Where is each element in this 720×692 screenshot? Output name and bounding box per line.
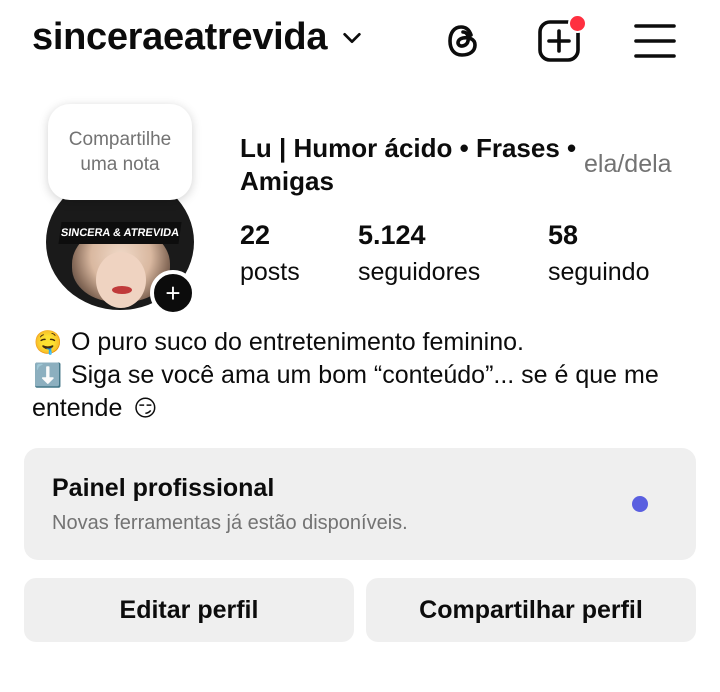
bio-line: ⬇️ Siga se você ama um bom “conteúdo”...… — [32, 359, 692, 425]
panel-subtitle: Novas ferramentas já estão disponíveis. — [52, 512, 408, 534]
top-bar: sinceraeatrevida — [0, 0, 720, 84]
notification-dot — [568, 14, 587, 33]
menu-button[interactable] — [632, 18, 678, 64]
profile-full-name: Lu | Humor ácido • Frases • Amigas — [240, 133, 577, 196]
professional-dashboard[interactable]: Painel profissional Novas ferramentas já… — [24, 448, 696, 560]
drooling-face-emoji: 🤤 — [33, 329, 63, 355]
account-switcher[interactable]: sinceraeatrevida — [32, 16, 363, 59]
down-arrow-emoji: ⬇️ — [33, 362, 63, 388]
profile-bio: 🤤 O puro suco do entretenimento feminino… — [32, 326, 692, 425]
add-story-button[interactable]: + — [150, 270, 196, 316]
note-bubble[interactable]: Compartilhe uma nota — [48, 104, 192, 200]
smirk-emoji: 😏 — [133, 395, 158, 421]
new-indicator-dot — [632, 496, 648, 512]
username: sinceraeatrevida — [32, 16, 328, 58]
chevron-down-icon — [343, 32, 361, 43]
stat-posts[interactable]: 22 posts — [240, 218, 300, 292]
stat-number: 22 — [240, 220, 271, 250]
hamburger-menu-icon — [634, 24, 676, 58]
stat-label: posts — [240, 258, 300, 286]
bio-text: O puro suco do entretenimento feminino. — [70, 328, 524, 356]
threads-icon — [448, 25, 477, 57]
avatar-banner-text: SINCERA & ATREVIDA — [58, 222, 182, 244]
bio-text: Siga se você ama um bom “conteúdo”... se… — [32, 361, 659, 422]
stat-label: seguidores — [358, 258, 481, 286]
panel-title: Painel profissional — [52, 474, 275, 502]
edit-profile-button[interactable]: Editar perfil — [24, 578, 354, 642]
bio-line: 🤤 O puro suco do entretenimento feminino… — [32, 326, 692, 359]
stat-label: seguindo — [548, 258, 650, 286]
plus-icon: + — [165, 278, 181, 308]
stat-followers[interactable]: 5.124 seguidores — [358, 218, 480, 292]
share-profile-button[interactable]: Compartilhar perfil — [366, 578, 696, 642]
stat-following[interactable]: 58 seguindo — [548, 218, 649, 292]
profile-pronouns: ela/dela — [584, 150, 672, 178]
threads-button[interactable] — [440, 18, 486, 64]
stat-number: 5.124 — [358, 220, 426, 250]
stat-number: 58 — [548, 220, 579, 250]
